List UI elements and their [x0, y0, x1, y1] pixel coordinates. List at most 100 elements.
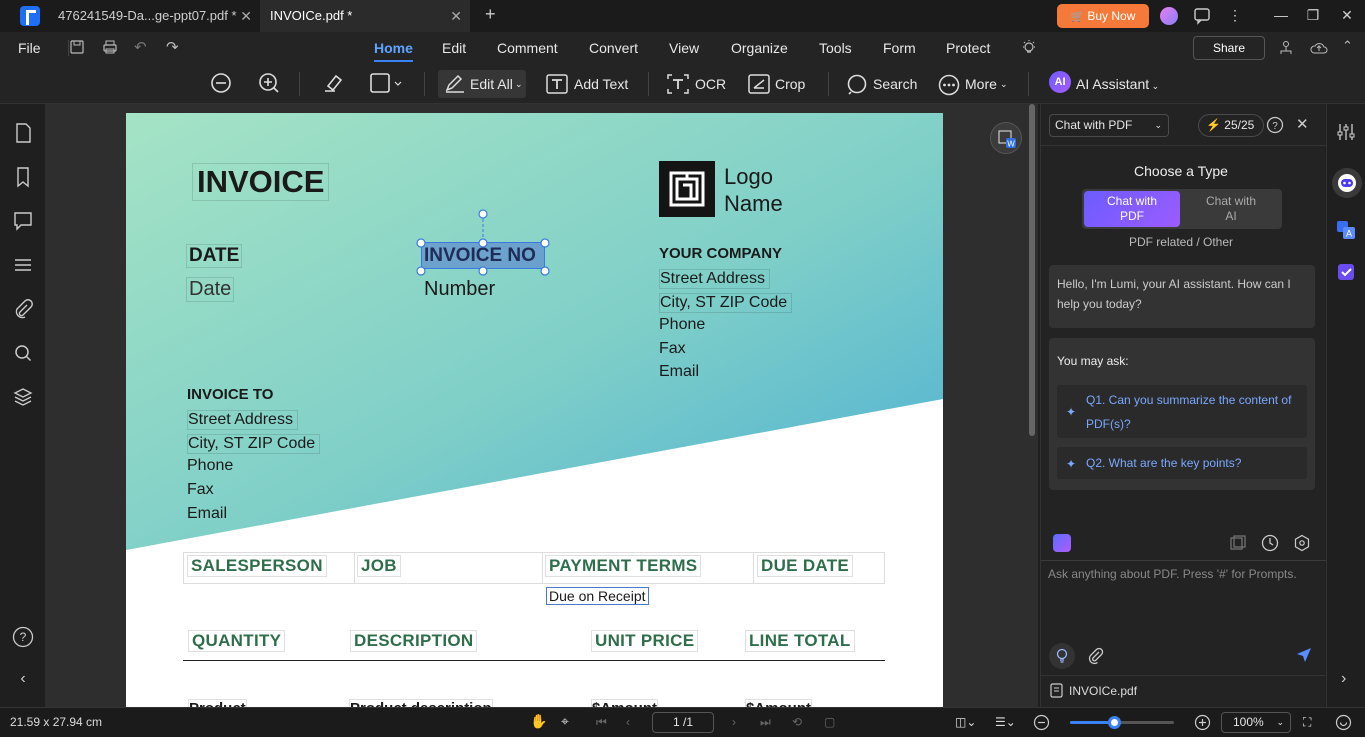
- search-icon[interactable]: [12, 342, 34, 364]
- copy-chat-icon[interactable]: [1229, 534, 1247, 552]
- menu-tools[interactable]: Tools: [819, 32, 852, 64]
- crop-button[interactable]: Crop: [748, 70, 808, 98]
- company-label[interactable]: YOUR COMPANY: [659, 245, 782, 262]
- job-header[interactable]: JOB: [357, 555, 401, 577]
- layers-icon[interactable]: [12, 386, 34, 408]
- menu-home[interactable]: Home: [374, 32, 413, 64]
- save-icon[interactable]: [69, 39, 85, 55]
- date-label[interactable]: DATE: [186, 244, 243, 268]
- zoom-level-select[interactable]: 100% ⌄: [1221, 712, 1291, 733]
- invoice-to-city[interactable]: City, ST ZIP Code: [187, 434, 321, 454]
- zoom-slider[interactable]: [1070, 716, 1174, 729]
- menu-organize[interactable]: Organize: [731, 32, 788, 64]
- lightbulb-icon[interactable]: [1049, 643, 1075, 669]
- menu-form[interactable]: Form: [883, 32, 916, 64]
- selection-handles[interactable]: [414, 209, 552, 279]
- ai-bot-icon[interactable]: [1332, 168, 1362, 198]
- convert-to-word-icon[interactable]: W: [990, 122, 1022, 154]
- close-window-icon[interactable]: ✕: [1332, 0, 1362, 32]
- close-tab-icon[interactable]: ✕: [240, 0, 252, 32]
- company-phone[interactable]: Phone: [659, 316, 705, 334]
- buy-now-button[interactable]: 🛒 Buy Now: [1057, 4, 1149, 28]
- tab-document-1[interactable]: 476241549-Da...ge-ppt07.pdf * ✕: [48, 0, 260, 32]
- logo-name-line1[interactable]: Logo: [724, 164, 773, 190]
- highlighter-icon[interactable]: [321, 72, 345, 94]
- lightbulb-icon[interactable]: [1021, 39, 1037, 57]
- zoom-in-icon[interactable]: [258, 72, 280, 94]
- invoice-no-value[interactable]: Number: [424, 278, 495, 301]
- fit-page-icon[interactable]: ▢: [824, 715, 835, 729]
- invoice-to-fax[interactable]: Fax: [187, 481, 214, 499]
- rotate-icon[interactable]: ⟲: [792, 715, 802, 729]
- night-mode-icon[interactable]: [1335, 714, 1352, 731]
- message-icon[interactable]: [1187, 0, 1217, 32]
- file-menu[interactable]: File: [18, 32, 41, 64]
- suggested-question-1[interactable]: ✦ Q1. Can you summarize the content of P…: [1057, 385, 1307, 438]
- expand-right-icon[interactable]: ›: [1341, 670, 1346, 688]
- date-value[interactable]: Date: [186, 277, 235, 302]
- close-panel-icon[interactable]: ✕: [1296, 115, 1309, 133]
- minimize-icon[interactable]: —: [1266, 0, 1296, 32]
- history-icon[interactable]: [1261, 534, 1279, 552]
- menu-protect[interactable]: Protect: [946, 32, 990, 64]
- help-icon[interactable]: ?: [12, 626, 34, 648]
- quantity-header[interactable]: QUANTITY: [188, 630, 286, 652]
- translate-icon[interactable]: A: [1336, 220, 1356, 240]
- line-total-header[interactable]: LINE TOTAL: [745, 630, 855, 652]
- vertical-scrollbar[interactable]: [1029, 104, 1035, 436]
- next-page-icon[interactable]: ›: [732, 715, 736, 729]
- company-email[interactable]: Email: [659, 363, 699, 381]
- kebab-menu-icon[interactable]: ⋮: [1220, 0, 1250, 32]
- zoom-out-icon[interactable]: [1033, 714, 1050, 731]
- properties-sliders-icon[interactable]: [1336, 122, 1356, 142]
- new-tab-icon[interactable]: +: [485, 4, 496, 25]
- invoice-to-label[interactable]: INVOICE TO: [187, 386, 273, 403]
- company-city[interactable]: City, ST ZIP Code: [659, 293, 793, 313]
- ai-assistant-button[interactable]: AI Assistant ⌄: [1076, 70, 1159, 98]
- add-text-button[interactable]: Add Text: [546, 70, 636, 98]
- unit-amount-cell[interactable]: $Amount: [591, 699, 658, 707]
- chat-with-pdf-option[interactable]: Chat with PDF: [1084, 191, 1180, 227]
- select-tool-icon[interactable]: ⌖: [561, 713, 569, 730]
- menu-comment[interactable]: Comment: [497, 32, 558, 64]
- unit-price-header[interactable]: UNIT PRICE: [591, 630, 699, 652]
- product-cell[interactable]: Product: [188, 699, 247, 707]
- fullscreen-icon[interactable]: ⛶: [1303, 715, 1311, 730]
- last-page-icon[interactable]: ⏭: [760, 715, 771, 730]
- due-date-header[interactable]: DUE DATE: [757, 555, 854, 577]
- invoice-title[interactable]: INVOICE: [192, 163, 330, 201]
- company-street[interactable]: Street Address: [659, 269, 770, 289]
- document-viewer[interactable]: INVOICE Logo Name DATE Date INVOICE NO N…: [46, 104, 1038, 707]
- payment-terms-value[interactable]: Due on Receipt: [546, 587, 649, 605]
- invoice-to-email[interactable]: Email: [187, 505, 227, 523]
- line-amount-cell[interactable]: $Amount: [745, 699, 812, 707]
- company-fax[interactable]: Fax: [659, 340, 686, 358]
- account-tree-icon[interactable]: [1278, 40, 1294, 56]
- page-number-input[interactable]: 1 /1: [652, 712, 714, 733]
- search-button[interactable]: Search: [846, 70, 917, 98]
- close-tab-icon[interactable]: ✕: [450, 0, 462, 32]
- more-button[interactable]: More ⌄: [938, 70, 1010, 98]
- undo-icon[interactable]: ↶: [134, 38, 147, 56]
- collapse-left-icon[interactable]: ‹: [12, 670, 34, 692]
- settings-icon[interactable]: [1293, 534, 1311, 552]
- ai-badge-icon[interactable]: AI: [1049, 71, 1071, 93]
- invoice-to-street[interactable]: Street Address: [187, 410, 298, 430]
- invoice-to-phone[interactable]: Phone: [187, 457, 233, 475]
- chat-mode-select[interactable]: Chat with PDF ⌄: [1049, 114, 1169, 137]
- checklist-icon[interactable]: [1336, 262, 1356, 282]
- shape-rectangle-icon[interactable]: [370, 73, 404, 93]
- zoom-slider-handle[interactable]: [1107, 716, 1121, 729]
- description-header[interactable]: DESCRIPTION: [350, 630, 478, 652]
- layers-list-icon[interactable]: [12, 254, 34, 276]
- pdf-page[interactable]: INVOICE Logo Name DATE Date INVOICE NO N…: [126, 113, 943, 707]
- zoom-out-icon[interactable]: [210, 72, 232, 94]
- hand-tool-icon[interactable]: ✋: [530, 713, 547, 730]
- page-thumbnail-icon[interactable]: [12, 122, 34, 144]
- collapse-up-icon[interactable]: ⌃: [1342, 38, 1353, 54]
- bookmark-icon[interactable]: [12, 166, 34, 188]
- payment-terms-header[interactable]: PAYMENT TERMS: [545, 555, 702, 577]
- chat-input[interactable]: Ask anything about PDF. Press '#' for Pr…: [1048, 567, 1318, 581]
- cloud-upload-icon[interactable]: [1310, 40, 1328, 56]
- ocr-button[interactable]: OCR: [667, 70, 727, 98]
